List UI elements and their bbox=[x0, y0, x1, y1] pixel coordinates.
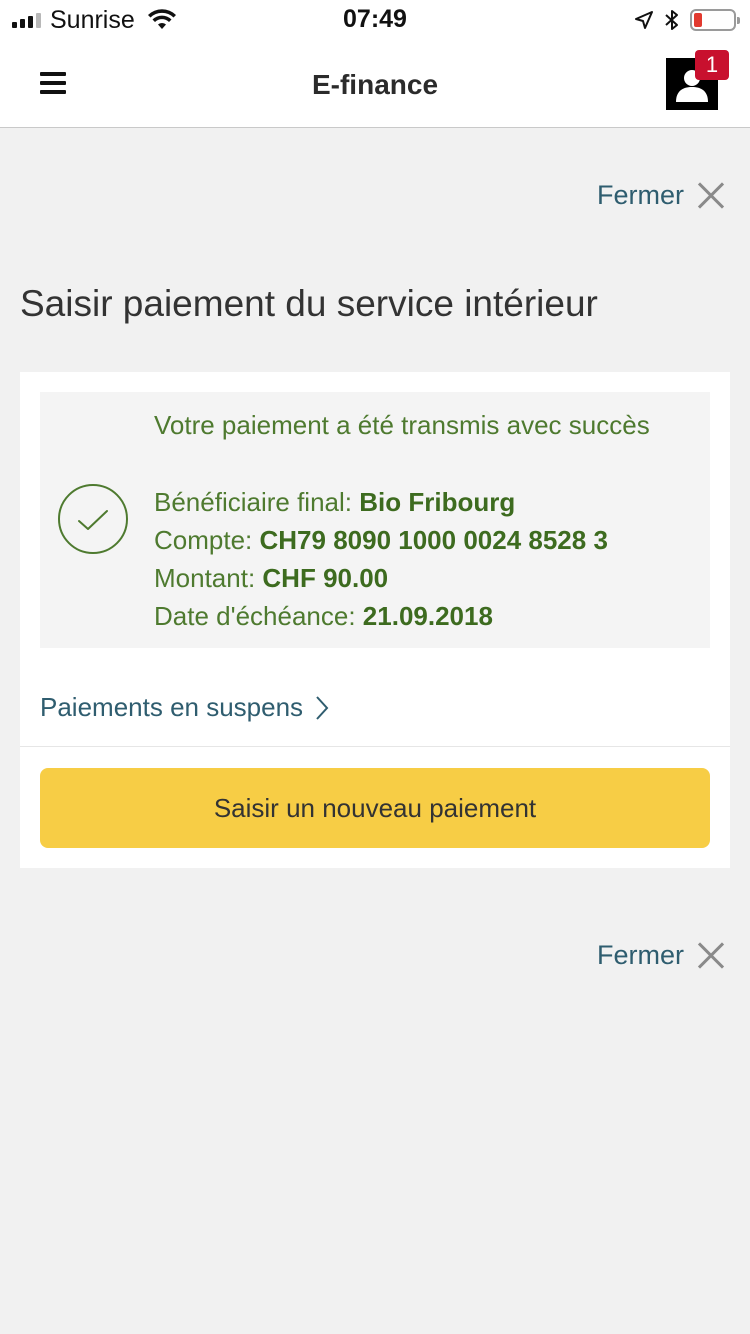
beneficiary-label: Bénéficiaire final: bbox=[154, 487, 352, 517]
beneficiary-row: Bénéficiaire final: Bio Fribourg bbox=[154, 484, 608, 522]
account-row: Compte: CH79 8090 1000 0024 8528 3 bbox=[154, 522, 608, 560]
divider bbox=[20, 746, 730, 747]
checkmark-icon bbox=[58, 484, 128, 554]
status-bar: Sunrise 07:49 bbox=[0, 0, 750, 40]
close-icon bbox=[698, 183, 724, 209]
account-label: Compte: bbox=[154, 525, 253, 555]
close-icon bbox=[698, 943, 724, 969]
beneficiary-value: Bio Fribourg bbox=[359, 487, 516, 517]
close-button-top[interactable]: Fermer bbox=[597, 180, 724, 211]
amount-label: Montant: bbox=[154, 563, 256, 593]
payment-card: Votre paiement a été transmis avec succè… bbox=[20, 372, 730, 868]
amount-row: Montant: CHF 90.00 bbox=[154, 560, 608, 598]
chevron-right-icon bbox=[316, 695, 329, 720]
close-button-bottom[interactable]: Fermer bbox=[597, 940, 724, 971]
status-bar-right bbox=[634, 6, 740, 34]
payment-details: Bénéficiaire final: Bio Fribourg Compte:… bbox=[154, 484, 608, 636]
close-label: Fermer bbox=[597, 180, 684, 210]
success-message: Votre paiement a été transmis avec succè… bbox=[154, 410, 650, 440]
page-title: Saisir paiement du service intérieur bbox=[20, 283, 598, 324]
battery-icon bbox=[690, 9, 740, 31]
due-date-label: Date d'échéance: bbox=[154, 601, 356, 631]
pending-payments-link[interactable]: Paiements en suspens bbox=[40, 692, 329, 723]
notification-badge[interactable]: 1 bbox=[695, 50, 729, 80]
amount-value: CHF 90.00 bbox=[262, 563, 389, 593]
new-payment-button[interactable]: Saisir un nouveau paiement bbox=[40, 768, 710, 848]
success-message-box: Votre paiement a été transmis avec succè… bbox=[40, 392, 710, 648]
battery-level bbox=[694, 13, 702, 27]
app-header: E-finance 1 bbox=[0, 40, 750, 128]
close-label: Fermer bbox=[597, 940, 684, 970]
due-date-value: 21.09.2018 bbox=[362, 601, 493, 631]
bluetooth-icon bbox=[665, 10, 678, 30]
account-value: CH79 8090 1000 0024 8528 3 bbox=[259, 525, 608, 555]
app-title: E-finance bbox=[311, 69, 439, 100]
due-date-row: Date d'échéance: 21.09.2018 bbox=[154, 598, 608, 636]
location-arrow-icon bbox=[635, 11, 653, 29]
pending-payments-label: Paiements en suspens bbox=[40, 692, 304, 722]
